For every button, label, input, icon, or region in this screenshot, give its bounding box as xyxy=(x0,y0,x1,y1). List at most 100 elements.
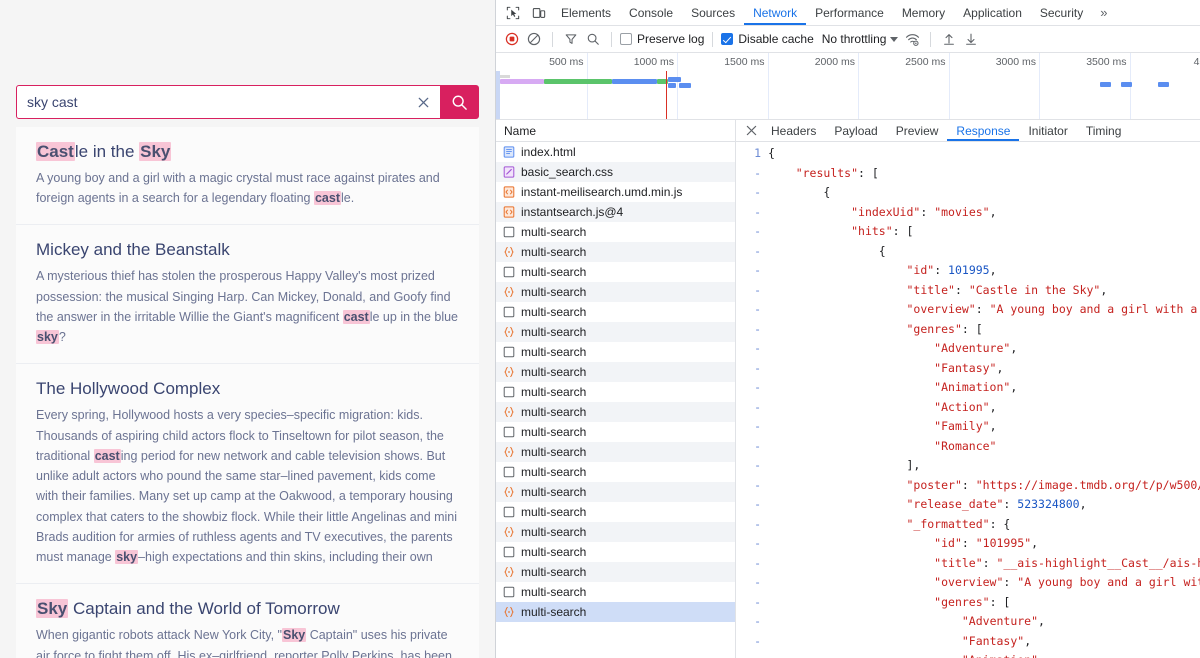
request-name: multi-search xyxy=(521,225,586,239)
line-number: - xyxy=(736,300,768,320)
export-har-button[interactable] xyxy=(961,29,981,49)
search-hit[interactable]: Sky Captain and the World of TomorrowWhe… xyxy=(16,584,479,658)
panel-tab-sources[interactable]: Sources xyxy=(682,0,744,25)
device-toolbar-icon[interactable] xyxy=(526,1,552,25)
response-body-viewer[interactable]: 1{- "results": [- {- "indexUid": "movies… xyxy=(736,142,1200,658)
request-row[interactable]: multi-search xyxy=(496,322,735,342)
throttling-select[interactable]: No throttling xyxy=(816,32,901,46)
code-line: - "Action", xyxy=(736,398,1200,418)
request-row[interactable]: multi-search xyxy=(496,402,735,422)
toolbar-separator xyxy=(552,32,553,47)
submit-search-button[interactable] xyxy=(440,86,478,118)
timeline-bar xyxy=(612,79,657,84)
hit-description: A mysterious thief has stolen the prospe… xyxy=(36,266,459,347)
panel-tab-console[interactable]: Console xyxy=(620,0,682,25)
code-line: - "release_date": 523324800, xyxy=(736,495,1200,515)
request-row[interactable]: multi-search xyxy=(496,542,735,562)
close-icon xyxy=(746,125,757,136)
highlight: Sky xyxy=(36,599,68,618)
request-row[interactable]: multi-search xyxy=(496,462,735,482)
request-row[interactable]: multi-search xyxy=(496,242,735,262)
search-hit[interactable]: Castle in the SkyA young boy and a girl … xyxy=(16,127,479,225)
hit-description: Every spring, Hollywood hosts a very spe… xyxy=(36,405,459,567)
script-icon xyxy=(502,206,515,219)
request-row[interactable]: multi-search xyxy=(496,482,735,502)
preflight-icon xyxy=(503,306,515,318)
search-hit[interactable]: The Hollywood ComplexEvery spring, Holly… xyxy=(16,364,479,584)
detail-tab-timing[interactable]: Timing xyxy=(1077,120,1131,141)
line-number: - xyxy=(736,534,768,554)
request-row[interactable]: multi-search xyxy=(496,362,735,382)
search-button[interactable] xyxy=(583,29,603,49)
request-row[interactable]: multi-search xyxy=(496,562,735,582)
clear-log-button[interactable] xyxy=(524,29,544,49)
request-row[interactable]: multi-search xyxy=(496,382,735,402)
request-row[interactable]: basic_search.css xyxy=(496,162,735,182)
detail-tab-initiator[interactable]: Initiator xyxy=(1019,120,1076,141)
close-detail-button[interactable] xyxy=(740,120,762,141)
detail-tab-response[interactable]: Response xyxy=(947,120,1019,141)
chevron-down-icon xyxy=(890,37,898,42)
panel-tab-application[interactable]: Application xyxy=(954,0,1031,25)
record-button[interactable] xyxy=(502,29,522,49)
preflight-icon xyxy=(503,466,515,478)
import-har-button[interactable] xyxy=(939,29,959,49)
json-icon xyxy=(503,246,515,258)
filter-button[interactable] xyxy=(561,29,581,49)
code-text: ], xyxy=(768,456,920,476)
request-row[interactable]: multi-search xyxy=(496,302,735,322)
request-row[interactable]: multi-search xyxy=(496,442,735,462)
request-row[interactable]: index.html xyxy=(496,142,735,162)
request-row[interactable]: multi-search xyxy=(496,502,735,522)
code-line: - { xyxy=(736,242,1200,262)
preflight-icon xyxy=(502,226,515,239)
panel-tab-security[interactable]: Security xyxy=(1031,0,1092,25)
document-icon xyxy=(502,146,515,159)
clear-search-button[interactable] xyxy=(408,95,438,110)
request-row[interactable]: multi-search xyxy=(496,342,735,362)
json-icon xyxy=(502,406,515,419)
request-row[interactable]: instant-meilisearch.umd.min.js xyxy=(496,182,735,202)
script-icon xyxy=(503,186,515,198)
stylesheet-icon xyxy=(502,166,515,179)
search-input[interactable] xyxy=(27,94,408,110)
search-demo-pane: Castle in the SkyA young boy and a girl … xyxy=(0,0,495,658)
preflight-icon xyxy=(503,426,515,438)
json-icon xyxy=(503,486,515,498)
request-row[interactable]: instantsearch.js@4 xyxy=(496,202,735,222)
panel-tab-memory[interactable]: Memory xyxy=(893,0,954,25)
timeline-bar xyxy=(1121,82,1132,87)
detail-tab-payload[interactable]: Payload xyxy=(825,120,886,141)
more-panels-button[interactable]: » xyxy=(1092,5,1115,20)
search-hit[interactable]: Mickey and the BeanstalkA mysterious thi… xyxy=(16,225,479,364)
hit-description: A young boy and a girl with a magic crys… xyxy=(36,168,459,209)
request-row[interactable]: multi-search xyxy=(496,602,735,622)
request-row[interactable]: multi-search xyxy=(496,282,735,302)
request-row[interactable]: multi-search xyxy=(496,522,735,542)
upload-icon xyxy=(942,32,956,46)
network-overview-timeline[interactable]: 500 ms1000 ms1500 ms2000 ms2500 ms3000 m… xyxy=(496,53,1200,120)
detail-tab-headers[interactable]: Headers xyxy=(762,120,825,141)
request-name: multi-search xyxy=(521,565,586,579)
panel-tab-performance[interactable]: Performance xyxy=(806,0,893,25)
code-text: "indexUid": "movies", xyxy=(768,203,997,223)
request-row[interactable]: multi-search xyxy=(496,262,735,282)
disable-cache-checkbox[interactable]: Disable cache xyxy=(721,32,813,46)
detail-tab-preview[interactable]: Preview xyxy=(887,120,948,141)
timeline-tick: 3000 ms xyxy=(1039,53,1040,120)
highlight: cast xyxy=(343,310,370,324)
search-input-wrapper[interactable] xyxy=(17,86,440,118)
request-row[interactable]: multi-search xyxy=(496,222,735,242)
line-number: - xyxy=(736,261,768,281)
panel-tab-elements[interactable]: Elements xyxy=(552,0,620,25)
panel-tab-network[interactable]: Network xyxy=(744,0,806,25)
request-name: multi-search xyxy=(521,605,586,619)
inspect-element-icon[interactable] xyxy=(500,1,526,25)
json-icon xyxy=(502,566,515,579)
network-conditions-button[interactable] xyxy=(902,29,922,49)
request-row[interactable]: multi-search xyxy=(496,422,735,442)
searchbox[interactable] xyxy=(16,85,479,119)
request-row[interactable]: multi-search xyxy=(496,582,735,602)
preserve-log-label: Preserve log xyxy=(637,32,704,46)
preserve-log-checkbox[interactable]: Preserve log xyxy=(620,32,704,46)
